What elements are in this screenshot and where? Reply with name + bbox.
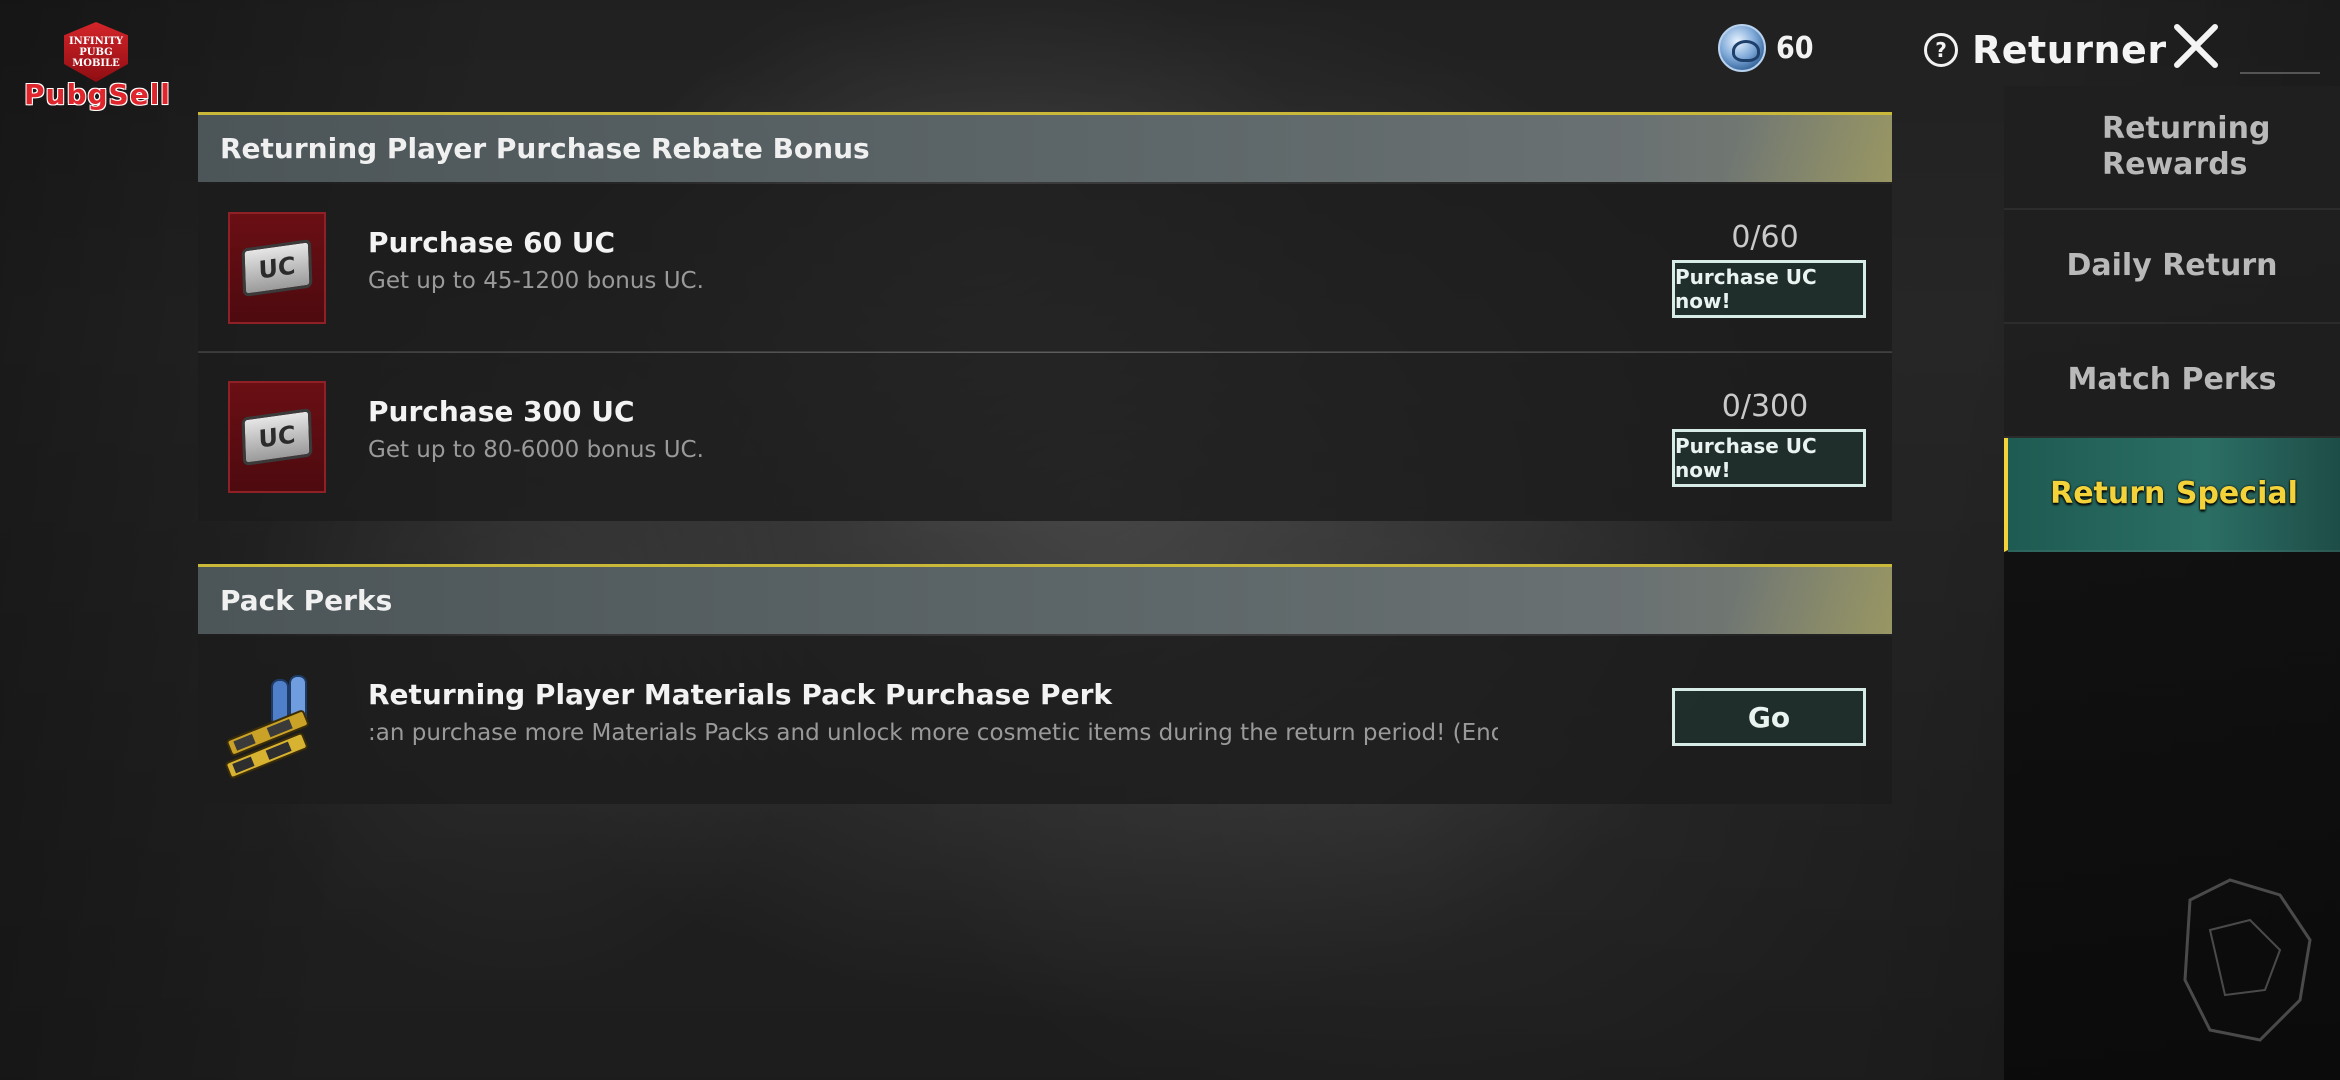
close-icon bbox=[2174, 24, 2218, 68]
brand-text: PubgSell bbox=[24, 78, 171, 111]
go-button[interactable]: Go bbox=[1672, 688, 1866, 746]
sidebar-item-label: Match Perks bbox=[2067, 362, 2277, 397]
currency-value: 60 bbox=[1776, 30, 1814, 66]
section-header-pack-perks: Pack Perks bbox=[198, 564, 1892, 634]
sidebar-item-returning-rewards[interactable]: Returning Rewards bbox=[2004, 86, 2340, 210]
materials-pack-icon bbox=[225, 675, 309, 779]
map-ornament-icon bbox=[2183, 878, 2312, 1042]
sidebar-item-return-special[interactable]: Return Special bbox=[2004, 438, 2340, 552]
currency-display: 60 bbox=[1718, 20, 1814, 76]
list-item: UC Purchase 300 UC Get up to 80-6000 bon… bbox=[198, 353, 1892, 521]
sidebar-item-daily-return[interactable]: Daily Return bbox=[2004, 210, 2340, 324]
row-title: Returning Player Materials Pack Purchase… bbox=[368, 678, 1112, 711]
header-divider bbox=[2240, 72, 2320, 74]
watermark-logo: INFINITY PUBG MOBILE PubgSell bbox=[24, 22, 171, 114]
sidebar-item-label: Return Special bbox=[2050, 476, 2298, 511]
section-title: Pack Perks bbox=[220, 584, 393, 617]
row-description: :an purchase more Materials Packs and un… bbox=[368, 720, 1498, 746]
progress-counter: 0/60 bbox=[1731, 220, 1799, 255]
sidebar-item-match-perks[interactable]: Match Perks bbox=[2004, 324, 2340, 438]
uc-ticket-label: UC bbox=[241, 239, 313, 297]
purchase-uc-button[interactable]: Purchase UC now! bbox=[1672, 429, 1866, 487]
uc-ticket-icon: UC bbox=[228, 212, 326, 324]
sidebar-item-label: Returning Rewards bbox=[2102, 111, 2271, 182]
list-item: UC Purchase 60 UC Get up to 45-1200 bonu… bbox=[198, 184, 1892, 352]
infinity-badge-icon: INFINITY PUBG MOBILE bbox=[64, 22, 128, 82]
section-header-rebate-bonus: Returning Player Purchase Rebate Bonus bbox=[198, 112, 1892, 182]
progress-counter: 0/300 bbox=[1721, 389, 1809, 424]
section-title: Returning Player Purchase Rebate Bonus bbox=[220, 132, 870, 165]
row-title: Purchase 300 UC bbox=[368, 395, 635, 428]
purchase-uc-button[interactable]: Purchase UC now! bbox=[1672, 260, 1866, 318]
uc-ticket-icon: UC bbox=[228, 381, 326, 493]
row-title: Purchase 60 UC bbox=[368, 226, 616, 259]
coin-icon bbox=[1718, 24, 1766, 72]
help-icon[interactable]: ? bbox=[1924, 33, 1958, 67]
list-item: Returning Player Materials Pack Purchase… bbox=[198, 636, 1892, 804]
close-button[interactable] bbox=[2168, 18, 2224, 74]
sidebar-item-label: Daily Return bbox=[2066, 248, 2278, 283]
row-description: Get up to 80-6000 bonus UC. bbox=[368, 437, 704, 463]
page-header: ? Returner bbox=[1924, 22, 2167, 78]
uc-ticket-label: UC bbox=[241, 408, 313, 466]
page-title: Returner bbox=[1972, 28, 2167, 72]
row-description: Get up to 45-1200 bonus UC. bbox=[368, 268, 704, 294]
